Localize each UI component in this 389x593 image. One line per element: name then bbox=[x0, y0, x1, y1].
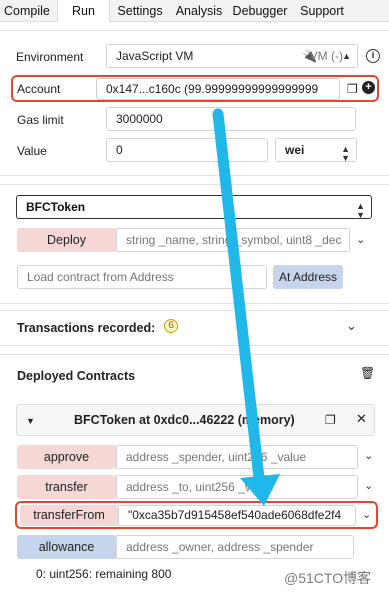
annotation-arrow bbox=[212, 108, 280, 506]
watermark: @51CTO博客 bbox=[284, 570, 372, 586]
